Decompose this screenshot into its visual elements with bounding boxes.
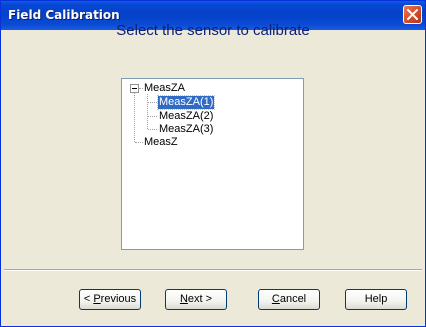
cancel-button-label: ancel	[279, 293, 307, 305]
tree-connector	[148, 102, 157, 103]
next-button-label: ext >	[187, 293, 213, 305]
previous-button-accel: P	[93, 293, 101, 305]
tree-connector	[147, 94, 148, 129]
sensor-tree[interactable]: MeasZA MeasZA(1) MeasZA(2) MeasZA(3) Mea…	[121, 78, 304, 250]
collapse-toggle[interactable]	[130, 84, 139, 93]
next-button-accel: N	[179, 293, 188, 305]
tree-node-measza-1[interactable]: MeasZA(1)	[156, 95, 216, 110]
page-heading: Select the sensor to calibrate	[116, 22, 310, 39]
minus-icon	[132, 88, 137, 89]
button-separator	[4, 269, 422, 271]
tree-connector	[148, 116, 157, 117]
help-button-label: Help	[364, 293, 388, 305]
tree-node-measz[interactable]: MeasZ	[144, 136, 178, 149]
window-title: Field Calibration	[8, 8, 120, 22]
tree-connector	[139, 88, 143, 89]
tree-node-measza[interactable]: MeasZA	[144, 82, 185, 95]
tree-connector	[135, 142, 143, 143]
previous-button-prefix: <	[83, 293, 94, 305]
tree-connector	[148, 129, 157, 130]
help-button[interactable]: Help	[345, 289, 407, 310]
tree-node-measza-2[interactable]: MeasZA(2)	[159, 110, 213, 123]
cancel-button[interactable]: Cancel	[258, 289, 320, 310]
cancel-button-accel: C	[271, 293, 280, 305]
previous-button[interactable]: < Previous	[79, 289, 141, 310]
tree-node-measza-3[interactable]: MeasZA(3)	[159, 123, 213, 136]
next-button[interactable]: Next >	[165, 289, 227, 310]
previous-button-label: revious	[100, 293, 137, 305]
